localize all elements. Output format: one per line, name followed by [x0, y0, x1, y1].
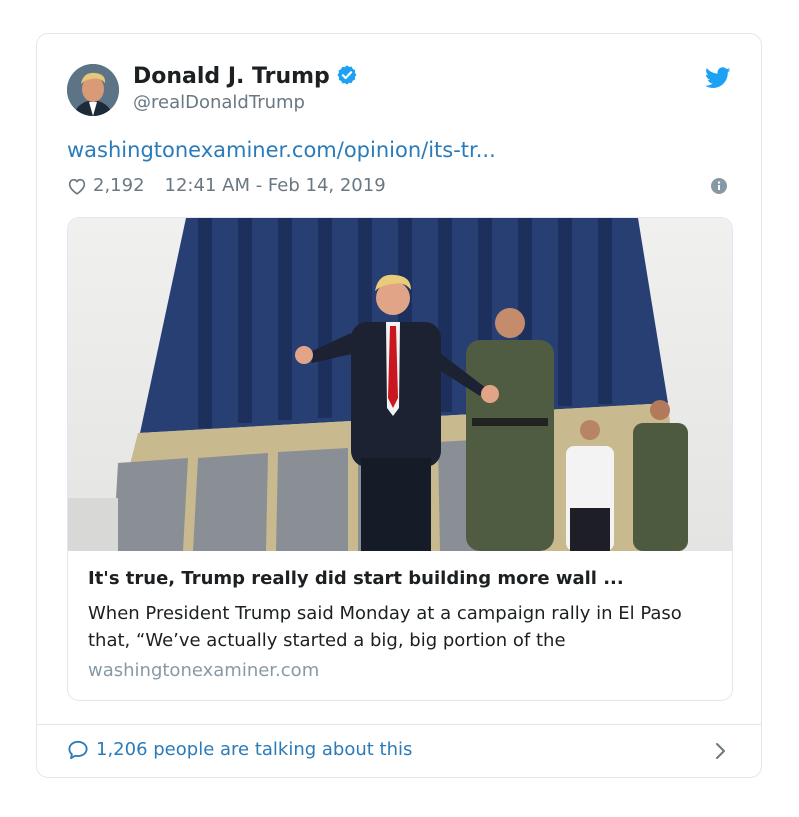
embedded-tweet-card: Donald J. Trump @realDonaldTrump washing…	[36, 33, 762, 778]
speech-bubble-icon	[67, 740, 89, 760]
author-name-text: Donald J. Trump	[133, 64, 330, 89]
author-handle[interactable]: @realDonaldTrump	[133, 92, 305, 113]
avatar[interactable]	[67, 64, 119, 116]
author-name[interactable]: Donald J. Trump	[133, 64, 358, 92]
footer-divider	[37, 724, 761, 725]
heart-icon[interactable]	[67, 177, 87, 195]
tweet-timestamp[interactable]: 12:41 AM - Feb 14, 2019	[165, 175, 386, 196]
chevron-right-icon[interactable]	[715, 742, 727, 764]
info-icon[interactable]	[711, 178, 727, 198]
tweet-link[interactable]: washingtonexaminer.com/opinion/its-tr...	[67, 138, 496, 162]
link-preview-card[interactable]: It's true, Trump really did start buildi…	[67, 217, 733, 701]
verified-badge-icon	[336, 64, 358, 92]
tweet-meta: 2,192 12:41 AM - Feb 14, 2019	[67, 175, 386, 196]
like-count[interactable]: 2,192	[93, 175, 145, 196]
conversation-text: 1,206 people are talking about this	[96, 739, 413, 760]
conversation-link[interactable]: 1,206 people are talking about this	[67, 739, 412, 760]
card-description: When President Trump said Monday at a ca…	[88, 603, 682, 651]
card-photo	[68, 218, 732, 551]
twitter-bird-icon[interactable]	[704, 67, 731, 93]
card-title: It's true, Trump really did start buildi…	[88, 568, 624, 589]
card-domain: washingtonexaminer.com	[88, 660, 320, 681]
